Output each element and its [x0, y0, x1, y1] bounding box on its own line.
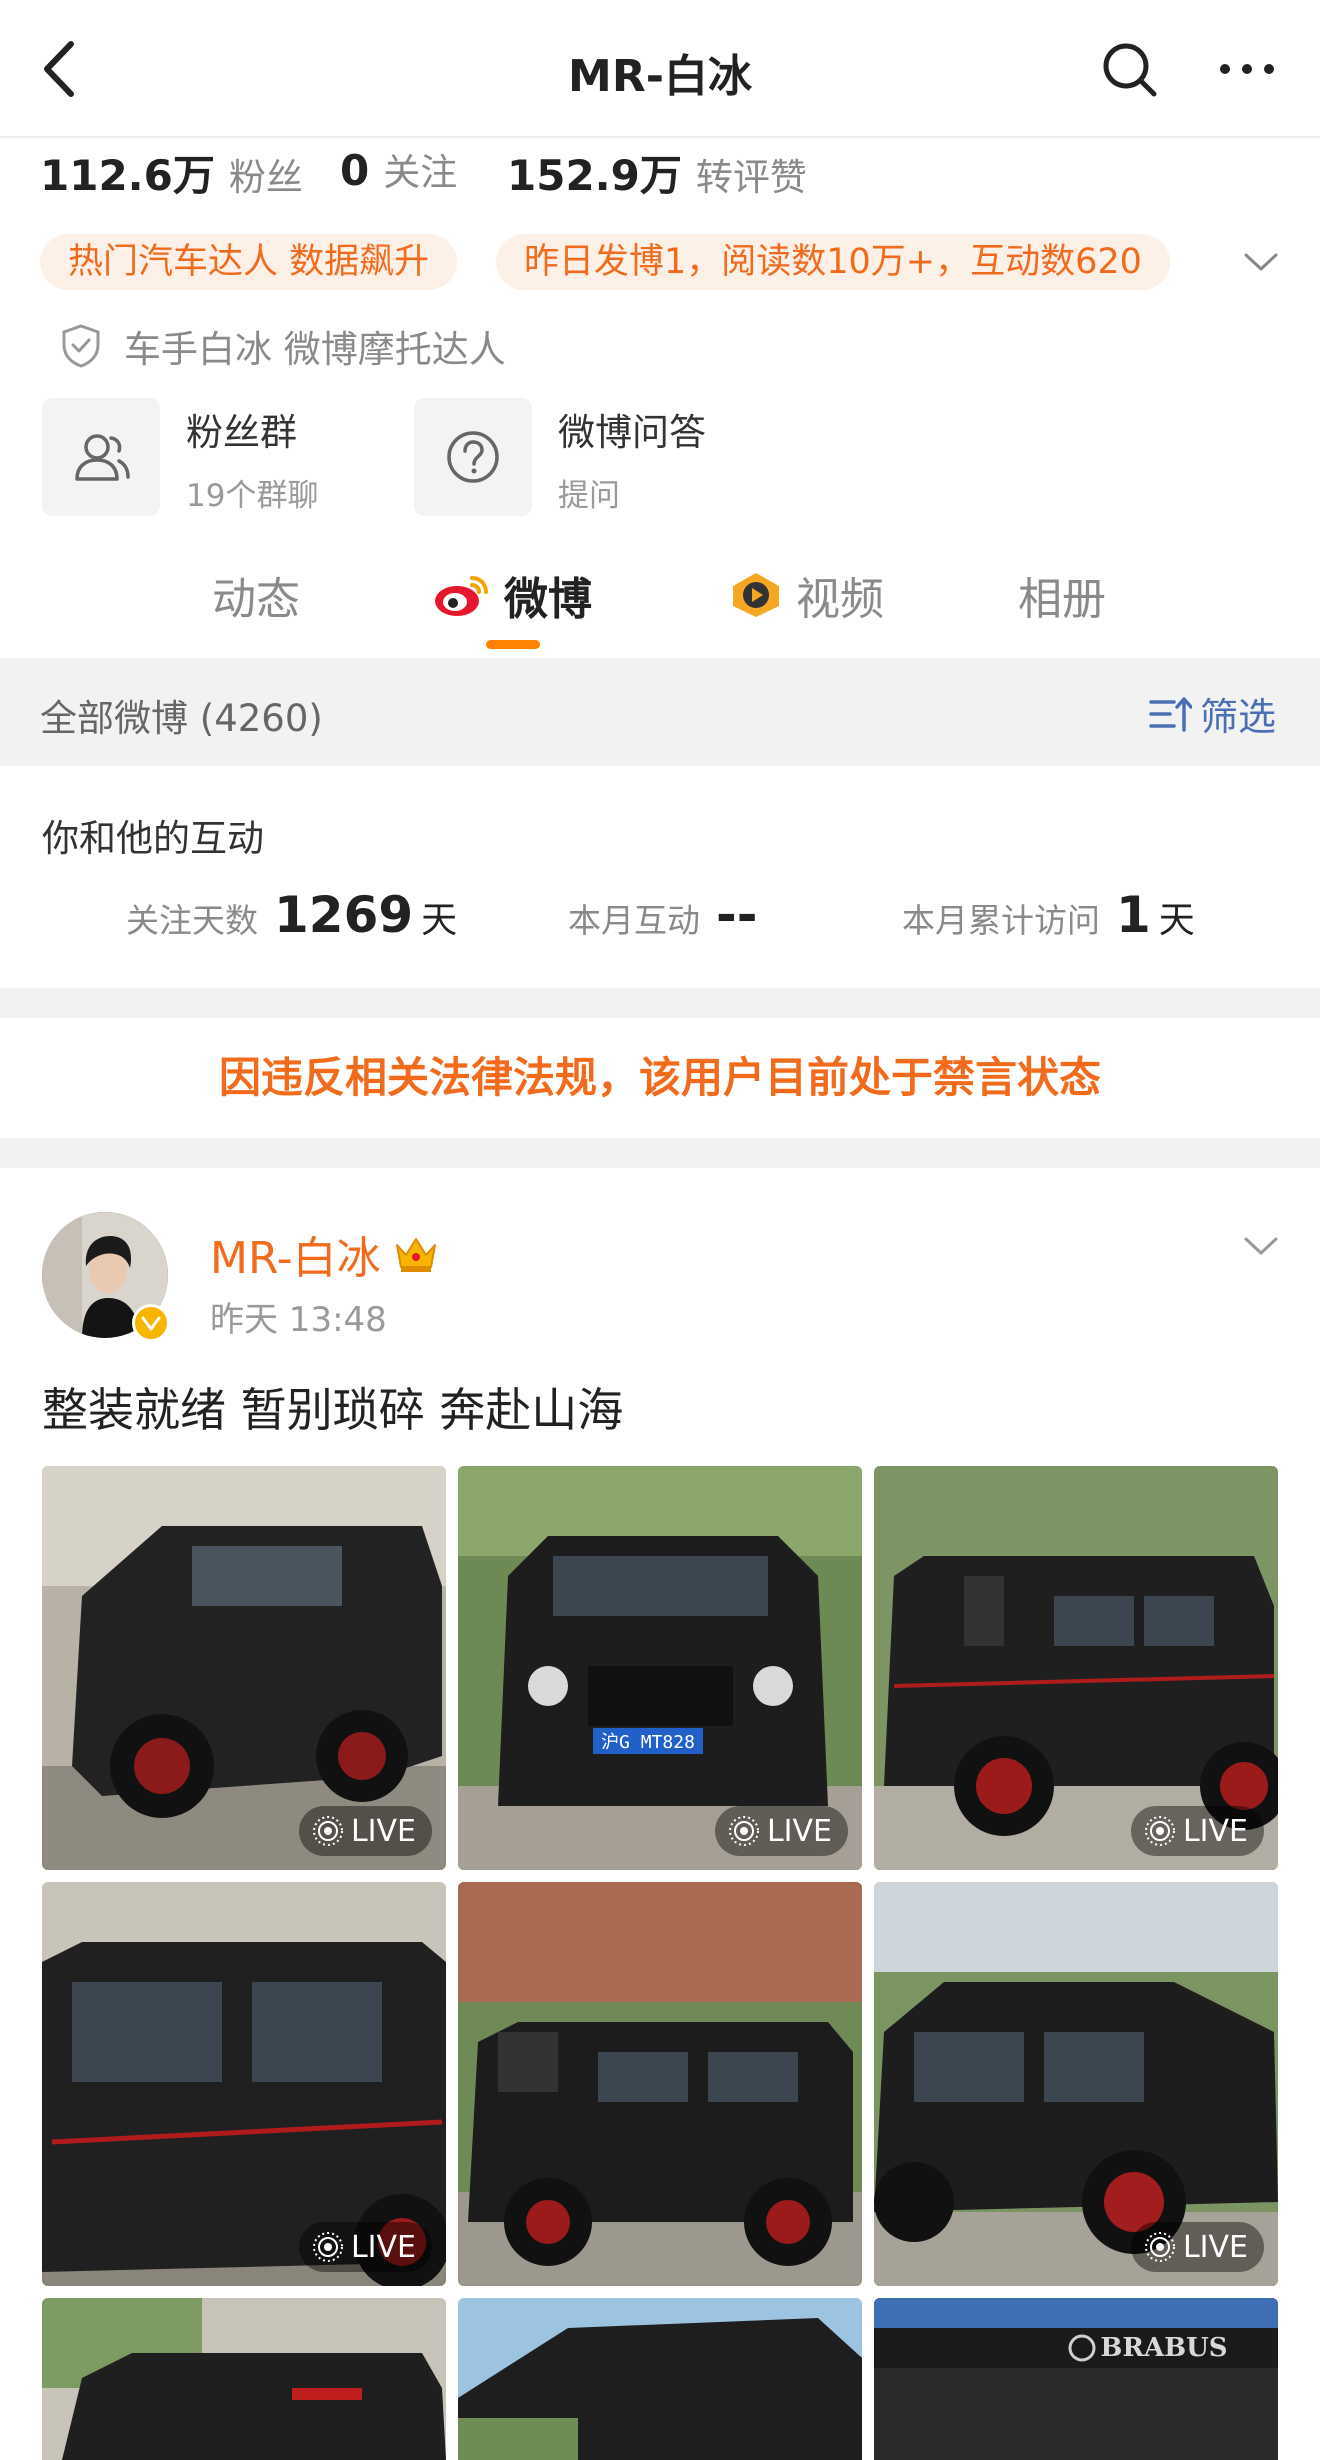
ban-notice: 因违反相关法律法规，该用户目前处于禁言状态 [218, 1053, 1101, 1102]
chevron-down-icon [1244, 253, 1278, 271]
tab-weibo-label: 微博 [504, 574, 592, 625]
live-photo-icon [312, 1816, 343, 1846]
verified-badge-icon [132, 1304, 170, 1342]
photo-4[interactable]: LIVE [42, 1882, 446, 2286]
weibo-qa-subtitle: 提问 [558, 478, 620, 514]
live-badge: LIVE [298, 2222, 432, 2272]
monthly-interaction-label: 本月互动 [568, 901, 700, 940]
section-divider [0, 1138, 1320, 1168]
all-posts-count: 全部微博 (4260) [40, 697, 323, 740]
crown-icon [395, 1238, 436, 1272]
follow-days-item: 关注天数 1269 天 [126, 886, 457, 944]
live-badge: LIVE [1130, 1806, 1264, 1856]
photo-6[interactable]: LIVE [874, 1882, 1278, 2286]
followers-label: 粉丝 [228, 156, 303, 199]
video-icon [733, 573, 779, 617]
live-badge: LIVE [714, 1806, 848, 1856]
likes-count: 152.9万 [507, 151, 682, 200]
monthly-interaction-value: -- [716, 886, 758, 944]
tab-feed[interactable]: 动态 [212, 563, 300, 627]
follow-days-value: 1269 [274, 886, 414, 944]
post-text: 整装就绪 暂别琐碎 奔赴山海 [42, 1383, 624, 1437]
car-photo [458, 1882, 862, 2286]
fan-group-subtitle: 19个群聊 [186, 478, 319, 514]
hot-creator-chip[interactable]: 热门汽车达人 数据飙升 [40, 234, 458, 290]
tab-video-label: 视频 [796, 574, 884, 625]
interaction-title: 你和他的互动 [42, 817, 264, 860]
live-photo-icon [1144, 2232, 1175, 2262]
following-label: 关注 [383, 151, 458, 194]
photo-1[interactable]: LIVE [42, 1466, 446, 1870]
live-label: LIVE [1182, 2229, 1248, 2265]
likes-label: 转评赞 [695, 156, 807, 199]
filter-label: 筛选 [1199, 695, 1276, 739]
shield-icon [62, 324, 100, 368]
live-badge: LIVE [1130, 2222, 1264, 2272]
live-photo-icon [728, 1816, 759, 1846]
photo-5[interactable] [458, 1882, 862, 2286]
license-plate: 沪G MT828 [601, 1732, 695, 1753]
users-icon [75, 434, 130, 481]
live-label: LIVE [350, 1813, 416, 1849]
live-badge: LIVE [298, 1806, 432, 1856]
search-icon [1103, 43, 1157, 97]
brand-logo-text: BRABUS [1100, 2333, 1227, 2363]
weibo-qa-title[interactable]: 微博问答 [558, 402, 706, 456]
photo-8[interactable] [458, 2298, 862, 2460]
post-menu-button[interactable] [1236, 1224, 1286, 1268]
monthly-visits-unit: 天 [1158, 900, 1195, 941]
active-tab-indicator [486, 640, 540, 649]
photo-3[interactable]: LIVE [874, 1466, 1278, 1870]
post-time: 昨天 13:48 [210, 1300, 387, 1340]
post-author[interactable]: MR-白冰 [210, 1222, 439, 1286]
tab-album-label: 相册 [1018, 574, 1106, 625]
live-photo-icon [312, 2232, 343, 2262]
daily-summary-chip[interactable]: 昨日发博1，阅读数10万+，互动数620 [496, 234, 1170, 290]
followers-count: 112.6万 [40, 151, 215, 200]
following-stat[interactable]: 0 关注 [340, 142, 457, 196]
tab-album[interactable]: 相册 [1018, 563, 1106, 627]
expand-chips-button[interactable] [1236, 240, 1286, 284]
photo-7[interactable] [42, 2298, 446, 2460]
live-label: LIVE [1182, 1813, 1248, 1849]
monthly-interaction-item: 本月互动 -- [568, 886, 758, 944]
follow-days-unit: 天 [421, 900, 458, 941]
more-dots-icon [1220, 64, 1274, 74]
post-author-name: MR-白冰 [210, 1233, 381, 1284]
filter-icon [1149, 696, 1192, 732]
car-photo [42, 2298, 446, 2460]
filter-button[interactable]: 筛选 [1148, 686, 1276, 741]
monthly-visits-value: 1 [1116, 886, 1151, 944]
question-icon [447, 431, 499, 483]
tab-weibo[interactable]: 微博 [432, 563, 592, 627]
more-button[interactable] [1212, 44, 1282, 94]
weibo-logo-icon [435, 576, 488, 616]
photo-2[interactable]: 沪G MT828 LIVE [458, 1466, 862, 1870]
tab-video[interactable]: 视频 [728, 563, 884, 627]
filter-bar: 全部微博 (4260) 筛选 [0, 658, 1320, 766]
likes-stat[interactable]: 152.9万 转评赞 [507, 142, 807, 203]
weibo-qa-tile[interactable] [414, 398, 532, 516]
photo-9[interactable]: BRABUS [874, 2298, 1278, 2460]
monthly-visits-label: 本月累计访问 [902, 901, 1100, 940]
following-count: 0 [340, 146, 370, 195]
verification-text: 车手白冰 微博摩托达人 [124, 328, 506, 371]
followers-stat[interactable]: 112.6万 粉丝 [40, 142, 303, 203]
follow-days-label: 关注天数 [126, 901, 258, 940]
live-label: LIVE [766, 1813, 832, 1849]
car-photo: BRABUS [874, 2298, 1278, 2460]
section-divider [0, 988, 1320, 1018]
fan-group-title[interactable]: 粉丝群 [186, 402, 297, 456]
chevron-down-icon [1244, 1237, 1278, 1255]
monthly-visits-item: 本月累计访问 1 天 [902, 886, 1195, 944]
car-photo [458, 2298, 862, 2460]
tab-feed-label: 动态 [212, 574, 300, 625]
live-photo-icon [1144, 1816, 1175, 1846]
live-label: LIVE [350, 2229, 416, 2265]
fan-group-tile[interactable] [42, 398, 160, 516]
verification-row: 车手白冰 微博摩托达人 [60, 318, 506, 374]
search-button[interactable] [1098, 38, 1162, 102]
nav-bar: MR-白冰 [0, 0, 1320, 138]
